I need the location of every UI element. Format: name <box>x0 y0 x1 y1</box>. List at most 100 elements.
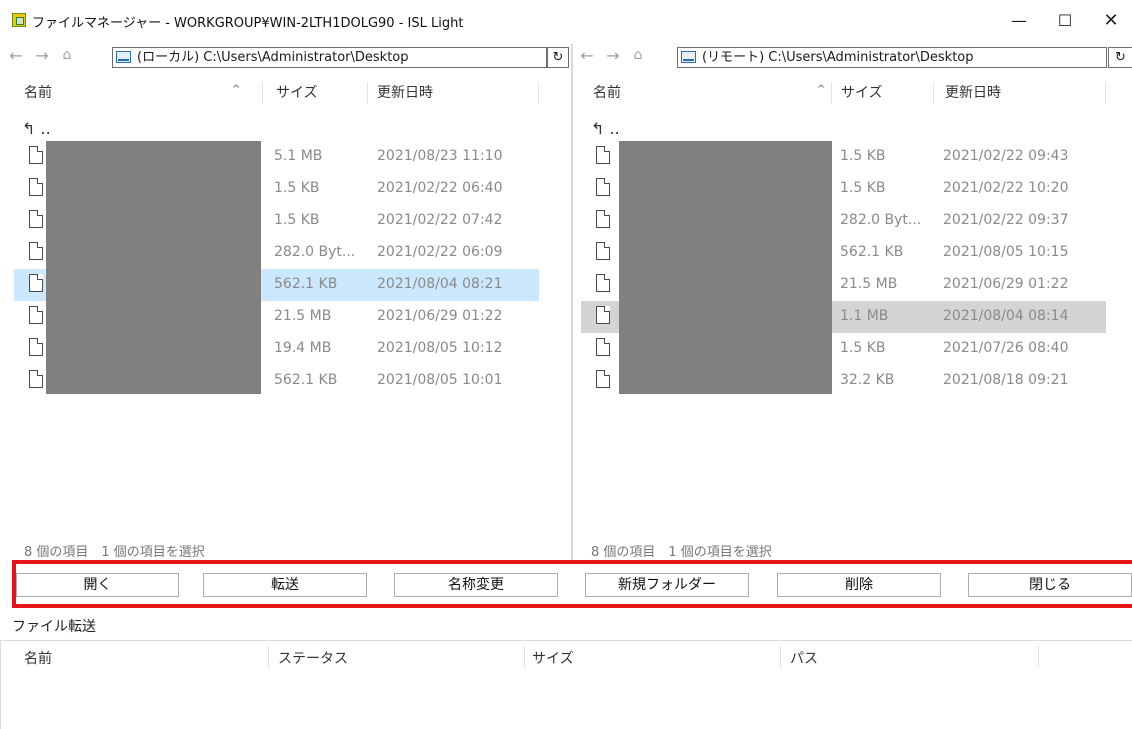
file-icon <box>596 178 610 196</box>
home-icon[interactable]: ⌂ <box>56 47 78 63</box>
file-icon <box>29 338 43 356</box>
column-separator[interactable] <box>780 646 781 668</box>
file-date: 2021/08/04 08:21 <box>377 276 503 292</box>
file-date: 2021/08/05 10:12 <box>377 340 503 356</box>
file-size: 1.5 KB <box>274 180 320 196</box>
close-window-button[interactable]: ✕ <box>1088 0 1132 40</box>
forward-arrow-icon[interactable]: → <box>601 46 625 65</box>
home-icon[interactable]: ⌂ <box>627 47 649 63</box>
sort-up-icon: ^ <box>232 84 241 95</box>
file-icon <box>596 338 610 356</box>
window-title: ファイルマネージャー - WORKGROUP¥WIN-2LTH1DOLG90 -… <box>32 16 464 31</box>
file-size: 32.2 KB <box>840 372 895 388</box>
redacted-filenames <box>46 141 261 394</box>
column-separator[interactable] <box>524 646 525 668</box>
file-icon <box>596 370 610 388</box>
local-path-field[interactable]: (ローカル) C:\Users\Administrator\Desktop <box>112 47 547 68</box>
parent-folder-item[interactable]: ↰ .. <box>22 119 51 138</box>
file-icon <box>29 178 43 196</box>
divider <box>0 640 1 729</box>
file-date: 2021/07/26 08:40 <box>943 340 1069 356</box>
column-separator[interactable] <box>1038 646 1039 668</box>
refresh-icon[interactable]: ↻ <box>547 47 569 68</box>
parent-folder-item[interactable]: ↰ .. <box>591 119 620 138</box>
remote-path-field[interactable]: (リモート) C:\Users\Administrator\Desktop <box>677 47 1107 68</box>
close-button[interactable]: 閉じる <box>968 573 1132 597</box>
file-size: 19.4 MB <box>274 340 332 356</box>
column-modified-header[interactable]: 更新日時 <box>377 82 433 106</box>
file-icon <box>596 210 610 228</box>
rename-button[interactable]: 名称変更 <box>394 573 558 597</box>
file-date: 2021/06/29 01:22 <box>377 308 503 324</box>
file-icon <box>596 146 610 164</box>
file-size: 282.0 Byt... <box>840 212 922 228</box>
file-date: 2021/02/22 09:37 <box>943 212 1069 228</box>
file-icon <box>596 242 610 260</box>
file-icon <box>29 210 43 228</box>
transfer-path-header[interactable]: パス <box>790 648 818 668</box>
column-separator[interactable] <box>268 646 269 668</box>
column-separator[interactable] <box>262 82 263 104</box>
action-button-bar: 開く 転送 名称変更 新規フォルダー 削除 閉じる <box>12 560 1132 608</box>
file-size: 1.5 KB <box>840 180 886 196</box>
remote-status-text: 8 個の項目 1 個の項目を選択 <box>591 545 772 560</box>
file-size: 1.1 MB <box>840 308 889 324</box>
file-size: 1.5 KB <box>274 212 320 228</box>
file-icon <box>29 370 43 388</box>
transfer-status-header[interactable]: ステータス <box>278 648 348 668</box>
title-bar: ファイルマネージャー - WORKGROUP¥WIN-2LTH1DOLG90 -… <box>0 0 1132 40</box>
file-size: 562.1 KB <box>840 244 904 260</box>
column-size-header[interactable]: サイズ <box>276 82 318 106</box>
column-separator[interactable] <box>367 82 368 104</box>
file-size: 1.5 KB <box>840 340 886 356</box>
drive-icon <box>681 51 696 63</box>
file-icon <box>29 242 43 260</box>
file-size: 562.1 KB <box>274 276 338 292</box>
file-icon <box>29 274 43 292</box>
file-size: 21.5 MB <box>840 276 898 292</box>
remote-pane: ← → ⌂ (リモート) C:\Users\Administrator\Desk… <box>573 44 1132 560</box>
file-date: 2021/08/23 11:10 <box>377 148 503 164</box>
local-path-text: (ローカル) C:\Users\Administrator\Desktop <box>137 50 409 65</box>
file-date: 2021/08/04 08:14 <box>943 308 1069 324</box>
local-status-text: 8 個の項目 1 個の項目を選択 <box>24 545 205 560</box>
transfer-size-header[interactable]: サイズ <box>532 648 574 668</box>
transfer-section-label: ファイル転送 <box>12 619 96 635</box>
column-name-header[interactable]: 名前 <box>24 82 52 106</box>
forward-arrow-icon[interactable]: → <box>30 46 54 65</box>
app-icon <box>12 13 26 27</box>
file-date: 2021/02/22 06:40 <box>377 180 503 196</box>
back-arrow-icon[interactable]: ← <box>4 46 28 65</box>
column-name-header[interactable]: 名前 <box>593 82 621 106</box>
file-icon <box>29 146 43 164</box>
column-separator[interactable] <box>538 82 539 104</box>
transfer-name-header[interactable]: 名前 <box>24 648 52 668</box>
column-size-header[interactable]: サイズ <box>841 82 883 106</box>
file-size: 562.1 KB <box>274 372 338 388</box>
file-date: 2021/02/22 10:20 <box>943 180 1069 196</box>
refresh-icon[interactable]: ↻ <box>1108 47 1132 68</box>
file-date: 2021/06/29 01:22 <box>943 276 1069 292</box>
remote-path-text: (リモート) C:\Users\Administrator\Desktop <box>702 50 974 65</box>
delete-button[interactable]: 削除 <box>777 573 941 597</box>
file-icon <box>596 306 610 324</box>
file-date: 2021/02/22 06:09 <box>377 244 503 260</box>
column-separator[interactable] <box>1105 82 1106 104</box>
new-folder-button[interactable]: 新規フォルダー <box>585 573 749 597</box>
transfer-button[interactable]: 転送 <box>203 573 367 597</box>
column-separator[interactable] <box>831 82 832 104</box>
minimize-button[interactable]: — <box>996 0 1042 40</box>
column-separator[interactable] <box>933 82 934 104</box>
drive-icon <box>116 51 131 63</box>
maximize-button[interactable]: ☐ <box>1042 0 1088 40</box>
back-arrow-icon[interactable]: ← <box>575 46 599 65</box>
file-size: 21.5 MB <box>274 308 332 324</box>
file-size: 282.0 Byt... <box>274 244 356 260</box>
open-button[interactable]: 開く <box>16 573 179 597</box>
column-modified-header[interactable]: 更新日時 <box>945 82 1001 106</box>
file-icon <box>596 274 610 292</box>
file-date: 2021/02/22 07:42 <box>377 212 503 228</box>
file-date: 2021/02/22 09:43 <box>943 148 1069 164</box>
redacted-filenames <box>619 141 832 394</box>
file-size: 5.1 MB <box>274 148 323 164</box>
